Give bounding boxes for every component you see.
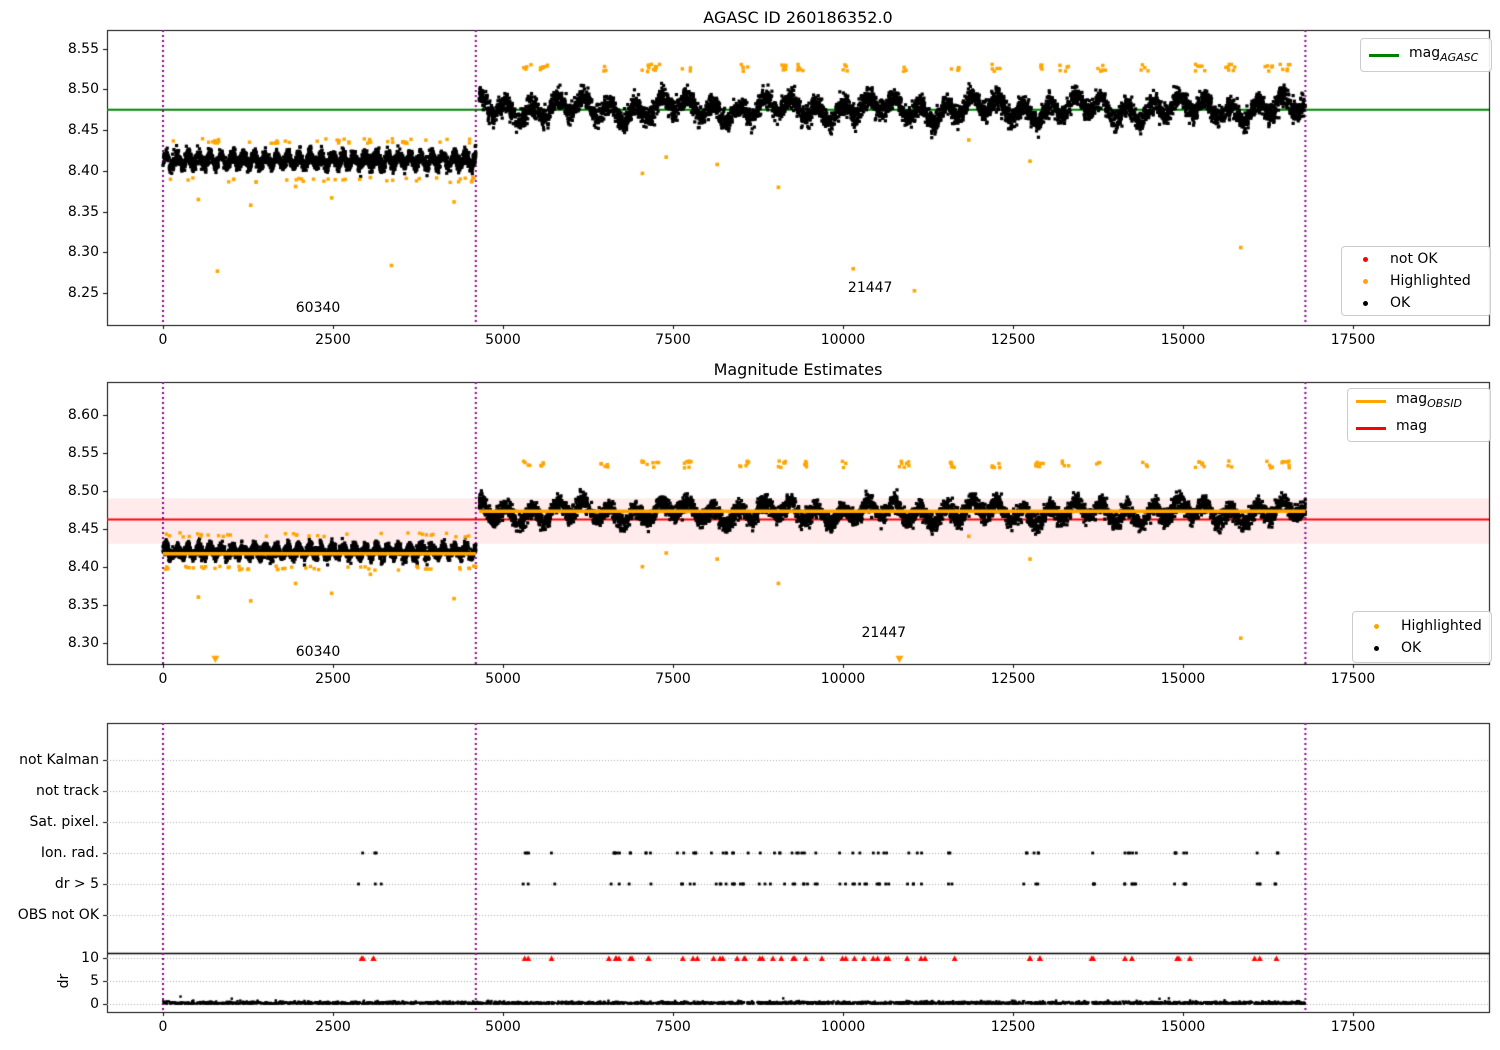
x-tick-label: 10000 — [820, 1019, 866, 1035]
y-tick-label: 8.60 — [67, 406, 99, 423]
y-tick-label: 8.35 — [67, 203, 99, 220]
x-tick-label: 2500 — [315, 1019, 351, 1035]
mag-agasc-line-sample — [1369, 53, 1399, 57]
legend-label: not OK — [1390, 251, 1438, 267]
y-tick-label: 8.30 — [67, 634, 99, 651]
highlighted-marker-icon — [1361, 623, 1391, 629]
mag-line-sample — [1356, 426, 1386, 430]
x-tick-label: 10000 — [820, 332, 866, 348]
y-tick-label: 8.25 — [67, 285, 99, 302]
obsid-annotation-21447: 21447 — [847, 280, 893, 297]
legend-mag-agasc: magAGASC — [1360, 38, 1492, 72]
x-tick-label: 12500 — [990, 671, 1036, 687]
y-tick-label: 8.50 — [67, 482, 99, 499]
dr-tick-label: 0 — [90, 996, 99, 1012]
x-tick-label: 17500 — [1330, 671, 1376, 687]
legend-middle-markers: Highlighted OK — [1352, 611, 1492, 663]
x-tick-label: 15000 — [1160, 671, 1206, 687]
x-tick-label: 7500 — [655, 332, 691, 348]
legend-label: Highlighted — [1401, 618, 1482, 634]
not-ok-marker-icon — [1350, 256, 1380, 262]
y-tick-label: 8.45 — [67, 520, 99, 537]
legend-label: magAGASC — [1409, 44, 1479, 64]
flag-row-label: dr > 5 — [54, 876, 99, 892]
legend-top-markers: not OK Highlighted OK — [1341, 246, 1491, 316]
legend-label: OK — [1401, 640, 1422, 656]
middle-plot-title: Magnitude Estimates — [713, 360, 883, 379]
obsid-annotation-60340: 60340 — [295, 299, 341, 316]
flag-row-label: OBS not OK — [17, 907, 99, 923]
legend-label: magOBSID — [1396, 391, 1463, 410]
x-tick-label: 0 — [158, 332, 168, 348]
y-tick-label: 8.55 — [67, 40, 99, 57]
y-tick-label: 8.40 — [67, 558, 99, 575]
y-tick-label: 8.55 — [67, 444, 99, 461]
highlighted-marker-icon — [1350, 278, 1380, 284]
x-tick-label: 7500 — [655, 671, 691, 687]
x-tick-label: 2500 — [315, 671, 351, 687]
x-tick-label: 7500 — [655, 1019, 691, 1035]
ok-marker-icon — [1361, 645, 1391, 651]
obsid-annotation-21447: 21447 — [861, 624, 907, 641]
mag-obsid-line-sample — [1356, 400, 1386, 404]
x-tick-label: 0 — [158, 671, 168, 687]
top-plot-title: AGASC ID 260186352.0 — [703, 8, 893, 27]
flag-row-label: Ion. rad. — [40, 845, 99, 861]
x-tick-label: 10000 — [820, 671, 866, 687]
ok-marker-icon — [1350, 300, 1380, 306]
legend-mag-lines: magOBSID mag — [1347, 388, 1491, 442]
x-tick-label: 12500 — [990, 332, 1036, 348]
y-tick-label: 8.40 — [67, 162, 99, 179]
x-tick-label: 17500 — [1330, 1019, 1376, 1035]
flag-row-label: not Kalman — [19, 752, 99, 768]
dr-tick-label: 10 — [81, 950, 99, 966]
x-tick-label: 5000 — [485, 332, 521, 348]
figure: AGASC ID 260186352.0 Magnitude Estimates… — [0, 0, 1500, 1050]
x-tick-label: 2500 — [315, 332, 351, 348]
x-tick-label: 0 — [158, 1019, 168, 1035]
x-tick-label: 12500 — [990, 1019, 1036, 1035]
legend-label: Highlighted — [1390, 273, 1471, 289]
y-tick-label: 8.35 — [67, 596, 99, 613]
dr-tick-label: 5 — [90, 973, 99, 989]
legend-label: mag — [1396, 418, 1428, 434]
x-tick-label: 15000 — [1160, 332, 1206, 348]
dr-axis-label: dr — [56, 973, 72, 989]
flag-row-label: not track — [35, 783, 99, 799]
figure-canvas — [0, 0, 1500, 1050]
flag-row-label: Sat. pixel. — [29, 814, 99, 830]
x-tick-label: 15000 — [1160, 1019, 1206, 1035]
y-tick-label: 8.45 — [67, 122, 99, 139]
obsid-annotation-60340: 60340 — [295, 643, 341, 660]
x-tick-label: 17500 — [1330, 332, 1376, 348]
y-tick-label: 8.50 — [67, 81, 99, 98]
y-tick-label: 8.30 — [67, 244, 99, 261]
x-tick-label: 5000 — [485, 671, 521, 687]
x-tick-label: 5000 — [485, 1019, 521, 1035]
legend-label: OK — [1390, 295, 1411, 311]
